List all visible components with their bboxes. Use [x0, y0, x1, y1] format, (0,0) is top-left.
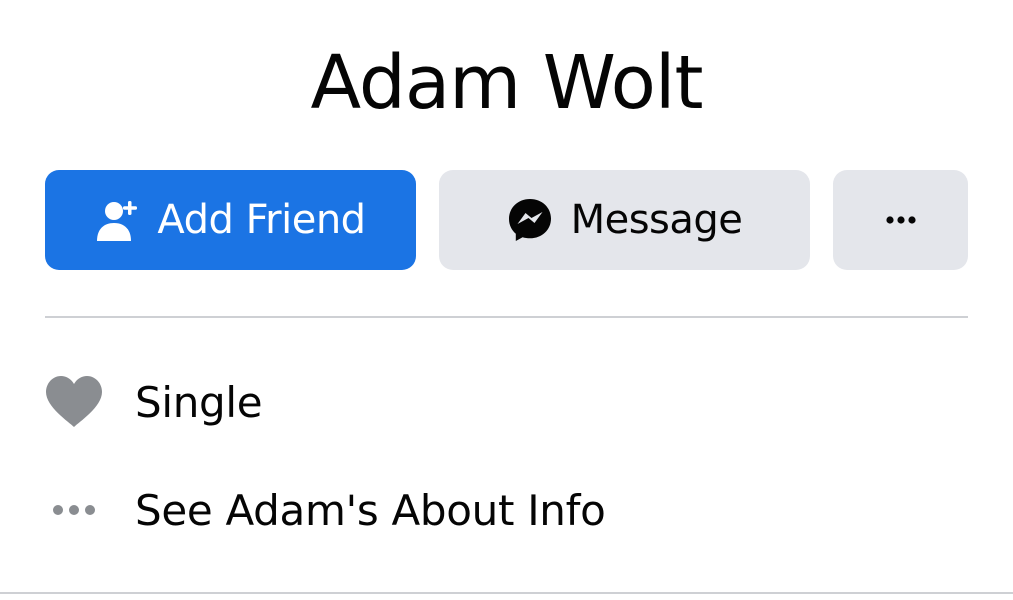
more-dots-icon: [45, 504, 103, 516]
info-item-about[interactable]: See Adam's About Info: [45, 480, 606, 540]
section-divider: [45, 316, 968, 318]
add-person-icon: [95, 197, 141, 243]
heart-icon: [45, 375, 103, 429]
message-button[interactable]: Message: [439, 170, 810, 270]
profile-name: Adam Wolt: [310, 40, 704, 126]
message-label: Message: [570, 197, 743, 243]
more-options-button[interactable]: [833, 170, 968, 270]
messenger-icon: [507, 197, 553, 243]
see-about-info-link[interactable]: See Adam's About Info: [135, 486, 606, 535]
info-item-relationship: Single: [45, 372, 263, 432]
bottom-divider: [0, 592, 1013, 594]
add-friend-button[interactable]: Add Friend: [45, 170, 416, 270]
more-horizontal-icon: [885, 215, 916, 225]
add-friend-label: Add Friend: [157, 197, 366, 243]
relationship-status-text: Single: [135, 377, 263, 427]
